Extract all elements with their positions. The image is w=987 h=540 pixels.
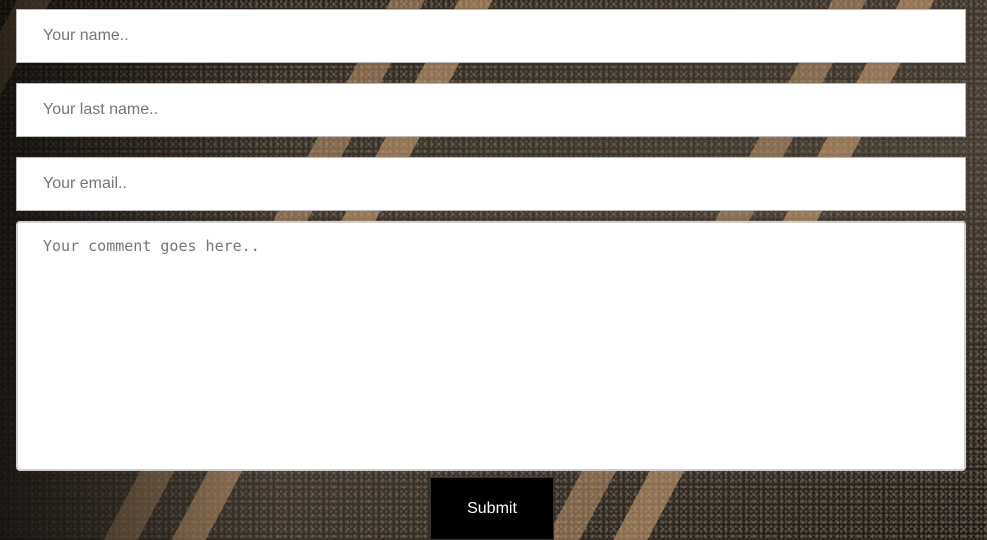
first-name-input[interactable]: Your name.. — [16, 9, 966, 63]
last-name-input[interactable]: Your last name.. — [16, 83, 966, 137]
last-name-placeholder: Your last name.. — [43, 101, 159, 118]
email-placeholder: Your email.. — [43, 175, 127, 192]
comment-textarea[interactable]: Your comment goes here.. — [16, 221, 966, 471]
first-name-placeholder: Your name.. — [43, 27, 129, 44]
comment-placeholder: Your comment goes here.. — [43, 237, 260, 255]
submit-button[interactable]: Submit — [430, 477, 554, 540]
email-input[interactable]: Your email.. — [16, 157, 966, 211]
